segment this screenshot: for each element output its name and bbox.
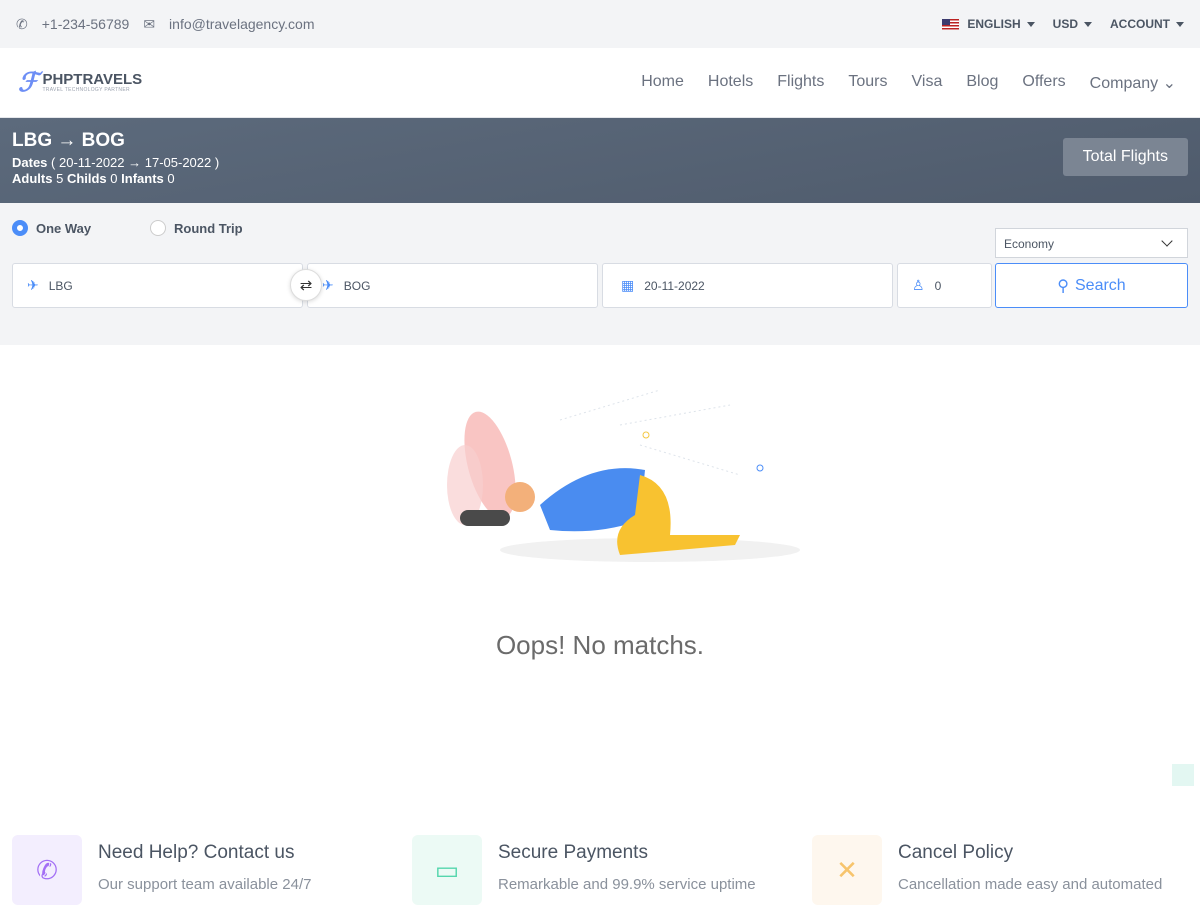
logo-mark-icon: ℱ <box>18 67 39 97</box>
account-label: ACCOUNT <box>1110 17 1170 31</box>
caret-down-icon <box>1084 22 1092 28</box>
feature-text: Our support team available 24/7 <box>98 876 312 893</box>
mail-icon: ✉ <box>143 15 156 32</box>
calendar-icon: ▦ <box>621 277 635 293</box>
feature-text: Remarkable and 99.9% service uptime <box>498 876 756 893</box>
route-title: LBG → BOG <box>12 130 1188 152</box>
caret-down-icon <box>1176 22 1184 28</box>
date-value: 20-11-2022 <box>644 278 705 293</box>
feature-title: Secure Payments <box>498 842 648 863</box>
childs-label: Childs <box>66 171 107 186</box>
nav-visa[interactable]: Visa <box>912 73 943 93</box>
nav-company-label: Company <box>1089 74 1159 92</box>
childs-value: 0 <box>110 171 118 186</box>
nav-hotels[interactable]: Hotels <box>708 73 753 93</box>
person-head <box>505 482 535 512</box>
us-flag-icon <box>942 19 960 31</box>
date-input[interactable]: ▦ 20-11-2022 <box>602 263 893 308</box>
cabin-class-select[interactable]: Economy <box>995 228 1188 258</box>
language-label: ENGLISH <box>967 17 1021 31</box>
brand-name: PHPTRAVELS <box>42 70 143 88</box>
feature-text: Cancellation made easy and automated <box>898 876 1163 893</box>
adults-label: Adults <box>12 171 53 186</box>
feature-help: ✆ Need Help? Contact us Our support team … <box>12 835 311 905</box>
user-icon: ♙ <box>912 277 925 293</box>
money-icon: ▭ <box>412 835 482 905</box>
route-header: LBG → BOG Dates ( 20-11-2022 → 17-05-202… <box>0 118 1200 203</box>
no-results-message: Oops! No matchs. <box>495 630 705 660</box>
scroll-top-button[interactable] <box>1172 764 1194 786</box>
nav-company[interactable]: Company ⌄ <box>1090 73 1176 93</box>
main-nav: ℱ PHPTRAVELS TRAVEL TECHNOLOGY PARTNER Ho… <box>0 48 1200 118</box>
phone-icon: ✆ <box>12 835 82 905</box>
brand-tagline: TRAVEL TECHNOLOGY PARTNER <box>42 86 130 93</box>
no-results-illustration <box>447 389 800 562</box>
dot-yellow <box>642 431 650 439</box>
phone-icon: ✆ <box>16 15 28 32</box>
adults-value: 5 <box>56 171 64 186</box>
chevron-down-icon: ⌄ <box>1162 74 1176 92</box>
route-dates: Dates ( 20-11-2022 → 17-05-2022 ) <box>12 155 1188 170</box>
takeoff-icon: ✈ <box>27 277 39 293</box>
from-input[interactable]: ✈ LBG <box>12 263 303 308</box>
total-flights-button[interactable]: Total Flights <box>1062 138 1188 176</box>
phone-link[interactable]: +1-234-56789 <box>42 16 130 32</box>
caret-down-icon <box>1026 22 1035 28</box>
round-trip-label: Round Trip <box>174 220 243 236</box>
close-icon: ✕ <box>812 835 882 905</box>
currency-label: USD <box>1052 17 1078 31</box>
infants-value: 0 <box>167 171 175 186</box>
dates-value: ( 20-11-2022 → 17-05-2022 ) <box>51 155 220 170</box>
binoculars <box>460 510 510 526</box>
feature-title: Need Help? Contact us <box>98 842 295 863</box>
radio-unchecked-icon <box>150 220 166 236</box>
infants-label: Infants <box>121 171 164 186</box>
to-input[interactable]: ✈ BOG <box>307 263 598 308</box>
email-link[interactable]: info@travelagency.com <box>169 16 314 32</box>
currency-dropdown[interactable]: USD <box>1053 17 1092 31</box>
travellers-value: 0 <box>934 278 942 293</box>
search-icon: ⚲ <box>1057 277 1069 295</box>
from-value: LBG <box>48 278 73 293</box>
feature-cancel: ✕ Cancel Policy Cancellation made easy an… <box>812 835 1162 905</box>
nav-flights[interactable]: Flights <box>777 73 824 93</box>
one-way-label: One Way <box>36 220 92 236</box>
travellers-input[interactable]: ♙ 0 <box>897 263 992 308</box>
swap-icon: ⇄ <box>299 277 313 294</box>
radio-checked-icon <box>12 220 28 236</box>
route-from: LBG <box>12 130 53 151</box>
dot-blue <box>756 464 764 472</box>
to-value: BOG <box>343 278 371 293</box>
language-dropdown[interactable]: ENGLISH <box>942 17 1035 31</box>
search-button[interactable]: ⚲ Search <box>995 263 1188 308</box>
nav-home[interactable]: Home <box>641 73 684 93</box>
search-button-label: Search <box>1075 276 1126 294</box>
feature-title: Cancel Policy <box>898 842 1014 863</box>
account-dropdown[interactable]: ACCOUNT <box>1110 17 1184 31</box>
nav-offers[interactable]: Offers <box>1022 73 1065 93</box>
passenger-summary: Adults 5 Childs 0 Infants 0 <box>12 171 1188 186</box>
feature-payments: ▭ Secure Payments Remarkable and 99.9% se… <box>412 835 756 905</box>
dotted-lines <box>559 389 741 476</box>
top-bar: ✆ +1-234-56789 ✉ info@travelagency.com E… <box>0 0 1200 48</box>
search-form: One Way Round Trip Economy ✈ LBG ⇄ ✈ BOG ▦… <box>0 203 1200 345</box>
nav-tours[interactable]: Tours <box>848 73 887 93</box>
swap-button[interactable]: ⇄ <box>290 269 322 301</box>
one-way-radio[interactable]: One Way <box>12 220 120 236</box>
arrow-right-icon: → <box>57 130 77 151</box>
logo[interactable]: ℱ PHPTRAVELS TRAVEL TECHNOLOGY PARTNER <box>18 67 142 98</box>
route-to: BOG <box>81 130 125 151</box>
round-trip-radio[interactable]: Round Trip <box>150 220 258 236</box>
landing-icon: ✈ <box>322 277 334 293</box>
dates-label: Dates <box>12 155 48 170</box>
nav-blog[interactable]: Blog <box>966 73 998 93</box>
